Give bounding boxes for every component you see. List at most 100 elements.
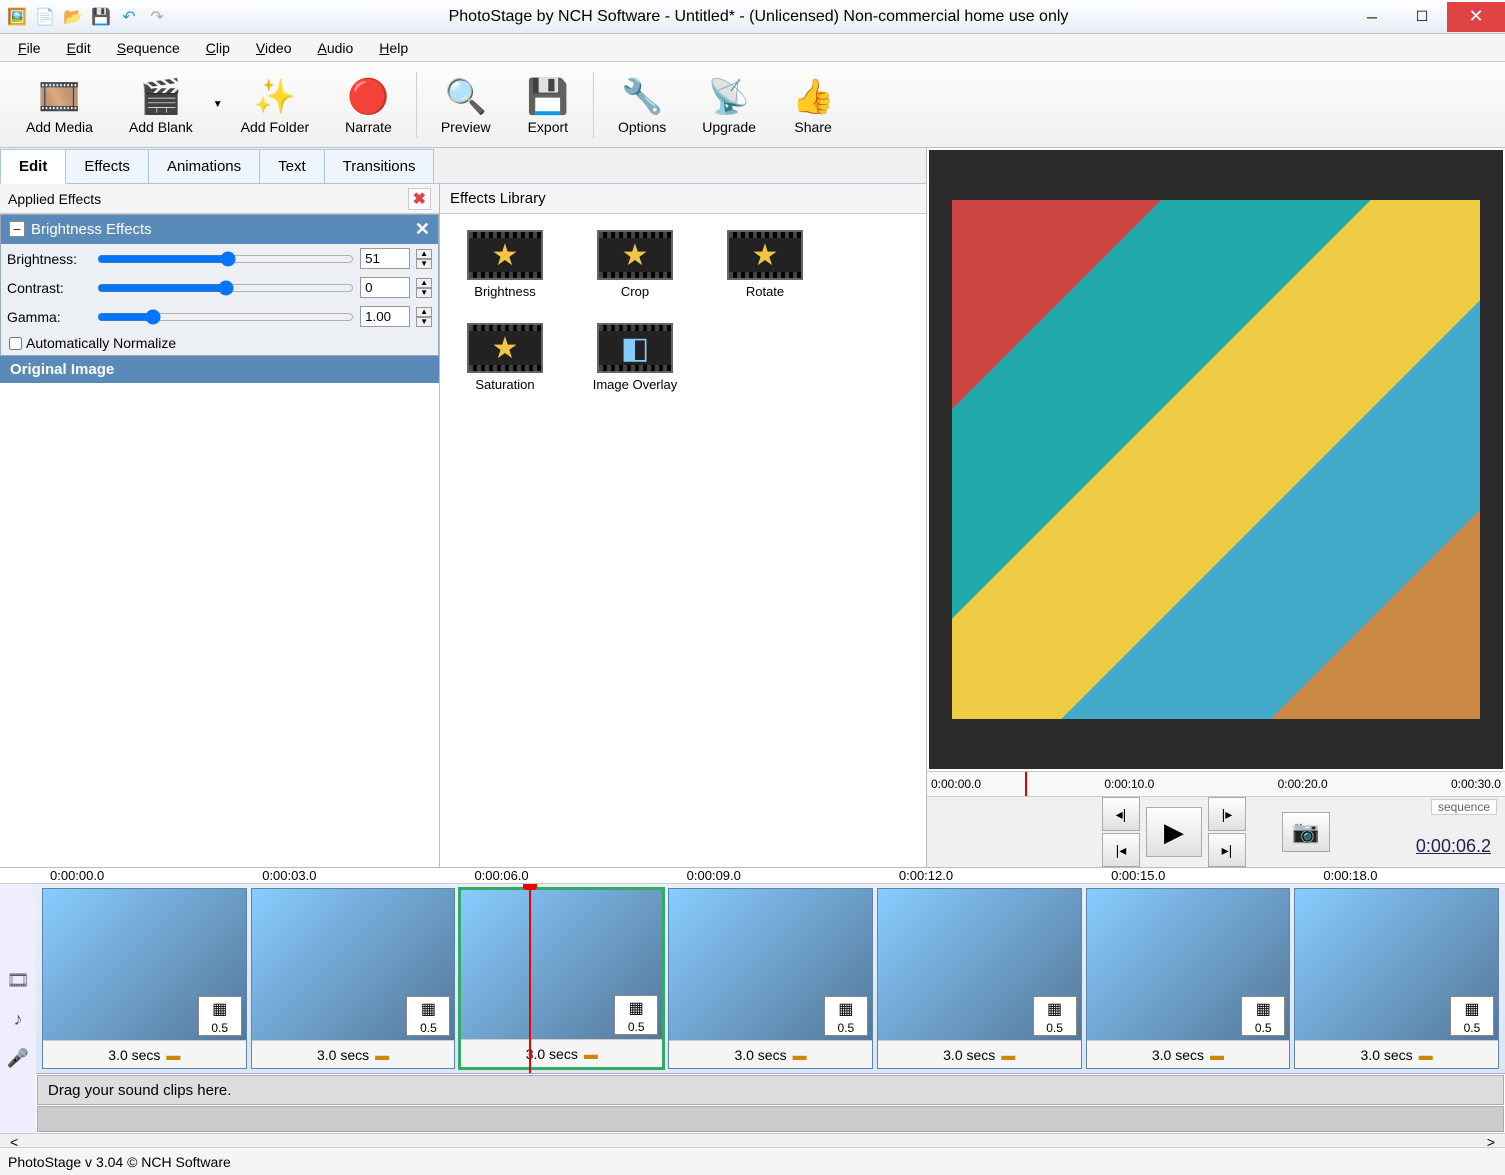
brightness-down[interactable]: ▼ — [416, 259, 432, 269]
contrast-slider[interactable] — [97, 280, 354, 296]
save-icon[interactable]: 💾 — [88, 4, 114, 30]
brightness-slider[interactable] — [97, 251, 354, 267]
preview-ruler[interactable]: 0:00:00.0 0:00:10.0 0:00:20.0 0:00:30.0 — [927, 771, 1505, 797]
add-folder-button[interactable]: ✨Add Folder — [223, 67, 327, 143]
track-body: ▦0.53.0 secs▬ ▦0.53.0 secs▬ ▦0.53.0 secs… — [36, 884, 1505, 1133]
contrast-row: Contrast: ▲▼ — [1, 273, 438, 302]
goto-start-button[interactable]: |◂ — [1102, 833, 1140, 867]
fx-crop[interactable]: ★Crop — [590, 230, 680, 299]
goto-end-button[interactable]: ▸| — [1208, 833, 1246, 867]
quick-access: 🖼️ 📄 📂 💾 ↶ ↷ — [0, 4, 170, 30]
transition-badge[interactable]: ▦0.5 — [1033, 996, 1077, 1036]
transition-badge[interactable]: ▦0.5 — [614, 995, 658, 1035]
video-track-icon[interactable]: 🎞 — [7, 970, 30, 991]
menu-file[interactable]: File — [6, 37, 53, 59]
fx-image-overlay[interactable]: ◧Image Overlay — [590, 323, 680, 392]
brightness-value[interactable] — [360, 248, 410, 269]
transition-icon: ▦ — [1256, 997, 1271, 1021]
contrast-down[interactable]: ▼ — [416, 288, 432, 298]
clip-4[interactable]: ▦0.53.0 secs▬ — [668, 888, 873, 1069]
mic-track-icon[interactable]: 🎤 — [7, 1048, 29, 1069]
export-button[interactable]: 💾Export — [509, 67, 587, 143]
gamma-down[interactable]: ▼ — [416, 317, 432, 327]
clip-1[interactable]: ▦0.53.0 secs▬ — [42, 888, 247, 1069]
options-button[interactable]: 🔧Options — [600, 67, 684, 143]
menu-video[interactable]: Video — [244, 37, 304, 59]
audio-track-icon[interactable]: ♪ — [14, 1009, 23, 1030]
new-icon[interactable]: 📄 — [32, 4, 58, 30]
undo-icon[interactable]: ↶ — [116, 4, 142, 30]
clip-3[interactable]: ▦0.53.0 secs▬ — [459, 888, 664, 1069]
fx-saturation[interactable]: ★Saturation — [460, 323, 550, 392]
transition-badge[interactable]: ▦0.5 — [1241, 996, 1285, 1036]
gamma-up[interactable]: ▲ — [416, 307, 432, 317]
duration-icon: ▬ — [1419, 1047, 1433, 1063]
snapshot-button[interactable]: 📷 — [1282, 812, 1330, 852]
close-button[interactable]: ✕ — [1447, 2, 1505, 32]
gamma-value[interactable] — [360, 306, 410, 327]
remove-effect-button[interactable]: ✖ — [408, 188, 431, 210]
audio-track[interactable]: Drag your sound clips here. — [37, 1075, 1504, 1105]
menu-edit[interactable]: Edit — [55, 37, 103, 59]
close-effect-icon[interactable]: ✕ — [415, 219, 430, 240]
clip-5[interactable]: ▦0.53.0 secs▬ — [877, 888, 1082, 1069]
collapse-icon[interactable]: − — [9, 221, 25, 237]
preview-button[interactable]: 🔍Preview — [423, 67, 509, 143]
add-media-button[interactable]: 🎞️Add Media — [8, 67, 111, 143]
play-button[interactable]: ▶ — [1146, 807, 1202, 857]
narrate-button[interactable]: 🔴Narrate — [327, 67, 410, 143]
menu-clip[interactable]: Clip — [194, 37, 242, 59]
gamma-slider[interactable] — [97, 309, 354, 325]
titlebar: 🖼️ 📄 📂 💾 ↶ ↷ PhotoStage by NCH Software … — [0, 0, 1505, 34]
redo-icon[interactable]: ↷ — [144, 4, 170, 30]
app-icon[interactable]: 🖼️ — [4, 4, 30, 30]
sequence-label[interactable]: sequence — [1431, 799, 1497, 815]
contrast-value[interactable] — [360, 277, 410, 298]
open-icon[interactable]: 📂 — [60, 4, 86, 30]
menu-help[interactable]: Help — [367, 37, 420, 59]
menu-sequence[interactable]: Sequence — [105, 37, 192, 59]
tab-transitions[interactable]: Transitions — [324, 149, 435, 183]
time-ruler[interactable]: 0:00:00.0 0:00:03.0 0:00:06.0 0:00:09.0 … — [0, 868, 1505, 884]
auto-normalize-checkbox[interactable] — [9, 337, 22, 350]
minimize-button[interactable]: ─ — [1347, 2, 1397, 32]
tab-edit[interactable]: Edit — [0, 149, 66, 184]
transition-badge[interactable]: ▦0.5 — [1450, 996, 1494, 1036]
clip-thumb: ▦0.5 — [43, 889, 246, 1040]
tab-effects[interactable]: Effects — [65, 149, 149, 183]
menu-audio[interactable]: Audio — [305, 37, 365, 59]
tab-animations[interactable]: Animations — [148, 149, 260, 183]
effects-grid: ★Brightness ★Crop ★Rotate ★Saturation ◧I… — [440, 214, 926, 408]
transition-icon: ▦ — [421, 997, 436, 1021]
timeline-playhead[interactable] — [529, 884, 531, 1073]
transition-badge[interactable]: ▦0.5 — [824, 996, 868, 1036]
next-frame-button[interactable]: |▸ — [1208, 797, 1246, 831]
brightness-label: Brightness: — [7, 251, 91, 267]
add-blank-dropdown-icon[interactable]: ▼ — [213, 99, 223, 110]
prev-frame-button[interactable]: ◂| — [1102, 797, 1140, 831]
preview-video[interactable] — [929, 150, 1503, 769]
share-button[interactable]: 👍Share — [774, 67, 852, 143]
brightness-up[interactable]: ▲ — [416, 249, 432, 259]
transition-badge[interactable]: ▦0.5 — [198, 996, 242, 1036]
track-icons: 🎞 ♪ 🎤 — [0, 884, 36, 1133]
fx-rotate[interactable]: ★Rotate — [720, 230, 810, 299]
add-blank-button[interactable]: 🎬Add Blank — [111, 67, 211, 143]
preview-playhead[interactable] — [1025, 772, 1027, 796]
video-track[interactable]: ▦0.53.0 secs▬ ▦0.53.0 secs▬ ▦0.53.0 secs… — [36, 884, 1505, 1074]
fx-brightness[interactable]: ★Brightness — [460, 230, 550, 299]
current-time[interactable]: 0:00:06.2 — [1416, 836, 1491, 857]
clip-2[interactable]: ▦0.53.0 secs▬ — [251, 888, 456, 1069]
clip-7[interactable]: ▦0.53.0 secs▬ — [1294, 888, 1499, 1069]
transition-badge[interactable]: ▦0.5 — [406, 996, 450, 1036]
narration-track[interactable] — [37, 1106, 1504, 1132]
upgrade-button[interactable]: 📡Upgrade — [684, 67, 774, 143]
original-image-bar[interactable]: Original Image — [0, 356, 439, 383]
maximize-button[interactable]: ☐ — [1397, 2, 1447, 32]
contrast-up[interactable]: ▲ — [416, 278, 432, 288]
preview-controls: sequence ◂| |◂ ▶ |▸ ▸| 📷 0:00:06.2 — [927, 797, 1505, 867]
clip-6[interactable]: ▦0.53.0 secs▬ — [1086, 888, 1291, 1069]
edit-tabstrip: Edit Effects Animations Text Transitions — [0, 148, 926, 184]
transition-icon: ▦ — [838, 997, 853, 1021]
tab-text[interactable]: Text — [259, 149, 325, 183]
